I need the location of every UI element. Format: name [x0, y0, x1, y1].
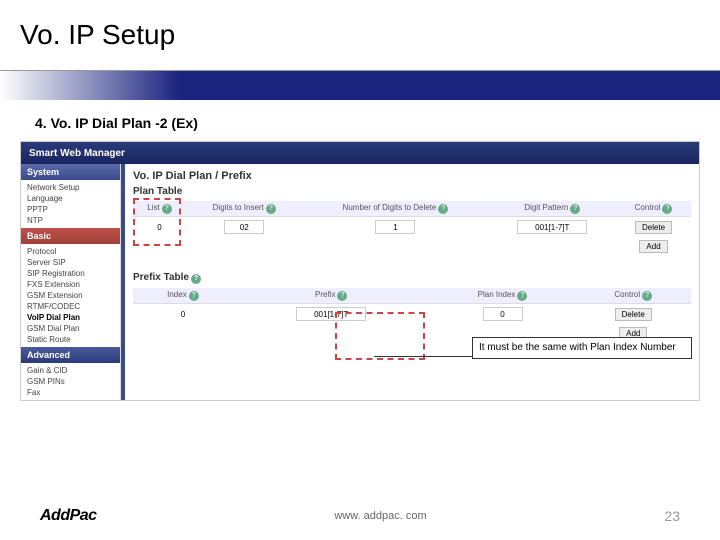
help-icon[interactable]: ?: [266, 204, 276, 214]
prefix-table: Index? Prefix? Plan Index? Control? 0 De…: [133, 288, 691, 343]
col-control: Control?: [616, 201, 691, 217]
brand-logo: AddPac: [40, 507, 97, 525]
prefix-section-label: Prefix Table?: [133, 272, 691, 284]
help-icon[interactable]: ?: [517, 291, 527, 301]
add-button[interactable]: Add: [639, 240, 667, 253]
app-header: Smart Web Manager: [21, 142, 699, 164]
sidebar-section-system[interactable]: System: [21, 164, 120, 180]
delete-button[interactable]: Delete: [635, 221, 672, 234]
help-icon[interactable]: ?: [438, 204, 448, 214]
planindex-input[interactable]: [483, 307, 523, 321]
sidebar-section-advanced[interactable]: Advanced: [21, 347, 120, 363]
col-prefix: Prefix?: [233, 288, 430, 304]
app-frame: Smart Web Manager System Network Setup L…: [20, 141, 700, 401]
header-strip: [0, 70, 720, 100]
sidebar-item[interactable]: Gain & CID: [21, 365, 120, 376]
sidebar-item[interactable]: RTMF/CODEC: [21, 301, 120, 312]
sidebar-item[interactable]: Fax: [21, 387, 120, 398]
sidebar-item[interactable]: PPTP: [21, 204, 120, 215]
sidebar-item-active[interactable]: VoIP Dial Plan: [21, 312, 120, 323]
help-icon[interactable]: ?: [189, 291, 199, 301]
sidebar-item[interactable]: FXS Extension: [21, 279, 120, 290]
sidebar-item[interactable]: SIP Registration: [21, 268, 120, 279]
footer-url: www. addpac. com: [334, 510, 426, 522]
sidebar-item[interactable]: Server SIP: [21, 257, 120, 268]
col-list: List?: [133, 201, 186, 217]
prefix-input[interactable]: [296, 307, 366, 321]
help-icon[interactable]: ?: [162, 204, 172, 214]
plan-section-label: Plan Table: [133, 186, 691, 197]
pattern-input[interactable]: [517, 220, 587, 234]
help-icon[interactable]: ?: [662, 204, 672, 214]
delete-button[interactable]: Delete: [615, 308, 652, 321]
sidebar-item[interactable]: Language: [21, 193, 120, 204]
help-icon[interactable]: ?: [570, 204, 580, 214]
table-row: 0 Delete: [133, 304, 691, 325]
col-control2: Control?: [575, 288, 691, 304]
col-pattern: Digit Pattern?: [489, 201, 617, 217]
main-panel: Vo. IP Dial Plan / Prefix Plan Table Lis…: [125, 164, 699, 400]
help-icon[interactable]: ?: [191, 274, 201, 284]
callout-connector: [374, 356, 474, 357]
sidebar-section-basic[interactable]: Basic: [21, 228, 120, 244]
help-icon[interactable]: ?: [642, 291, 652, 301]
sidebar-item[interactable]: GSM Dial Plan: [21, 323, 120, 334]
deletecount-input[interactable]: [375, 220, 415, 234]
col-index: Index?: [133, 288, 233, 304]
sidebar-item[interactable]: Static Route: [21, 334, 120, 345]
col-insert: Digits to Insert?: [186, 201, 302, 217]
table-row: Add: [133, 237, 691, 256]
subtitle: 4. Vo. IP Dial Plan -2 (Ex): [0, 100, 720, 141]
sidebar-item[interactable]: Protocol: [21, 246, 120, 257]
sidebar-item[interactable]: Network Setup: [21, 182, 120, 193]
sidebar-item[interactable]: GSM PINs: [21, 376, 120, 387]
callout-note: It must be the same with Plan Index Numb…: [472, 337, 692, 359]
cell-list: 0: [133, 217, 186, 238]
sidebar-item[interactable]: GSM Extension: [21, 290, 120, 301]
help-icon[interactable]: ?: [337, 291, 347, 301]
col-delete: Number of Digits to Delete?: [302, 201, 488, 217]
panel-title: Vo. IP Dial Plan / Prefix: [133, 170, 691, 182]
col-planindex: Plan Index?: [430, 288, 576, 304]
sidebar-item[interactable]: NTP: [21, 215, 120, 226]
title-bar: Vo. IP Setup: [0, 0, 720, 70]
page-number: 23: [664, 508, 680, 524]
sidebar: System Network Setup Language PPTP NTP B…: [21, 164, 121, 400]
insert-input[interactable]: [224, 220, 264, 234]
plan-table: List? Digits to Insert? Number of Digits…: [133, 201, 691, 256]
table-row: 0 Delete: [133, 217, 691, 238]
page-title: Vo. IP Setup: [20, 19, 175, 51]
cell-index: 0: [133, 304, 233, 325]
footer: AddPac www. addpac. com 23: [0, 507, 720, 525]
